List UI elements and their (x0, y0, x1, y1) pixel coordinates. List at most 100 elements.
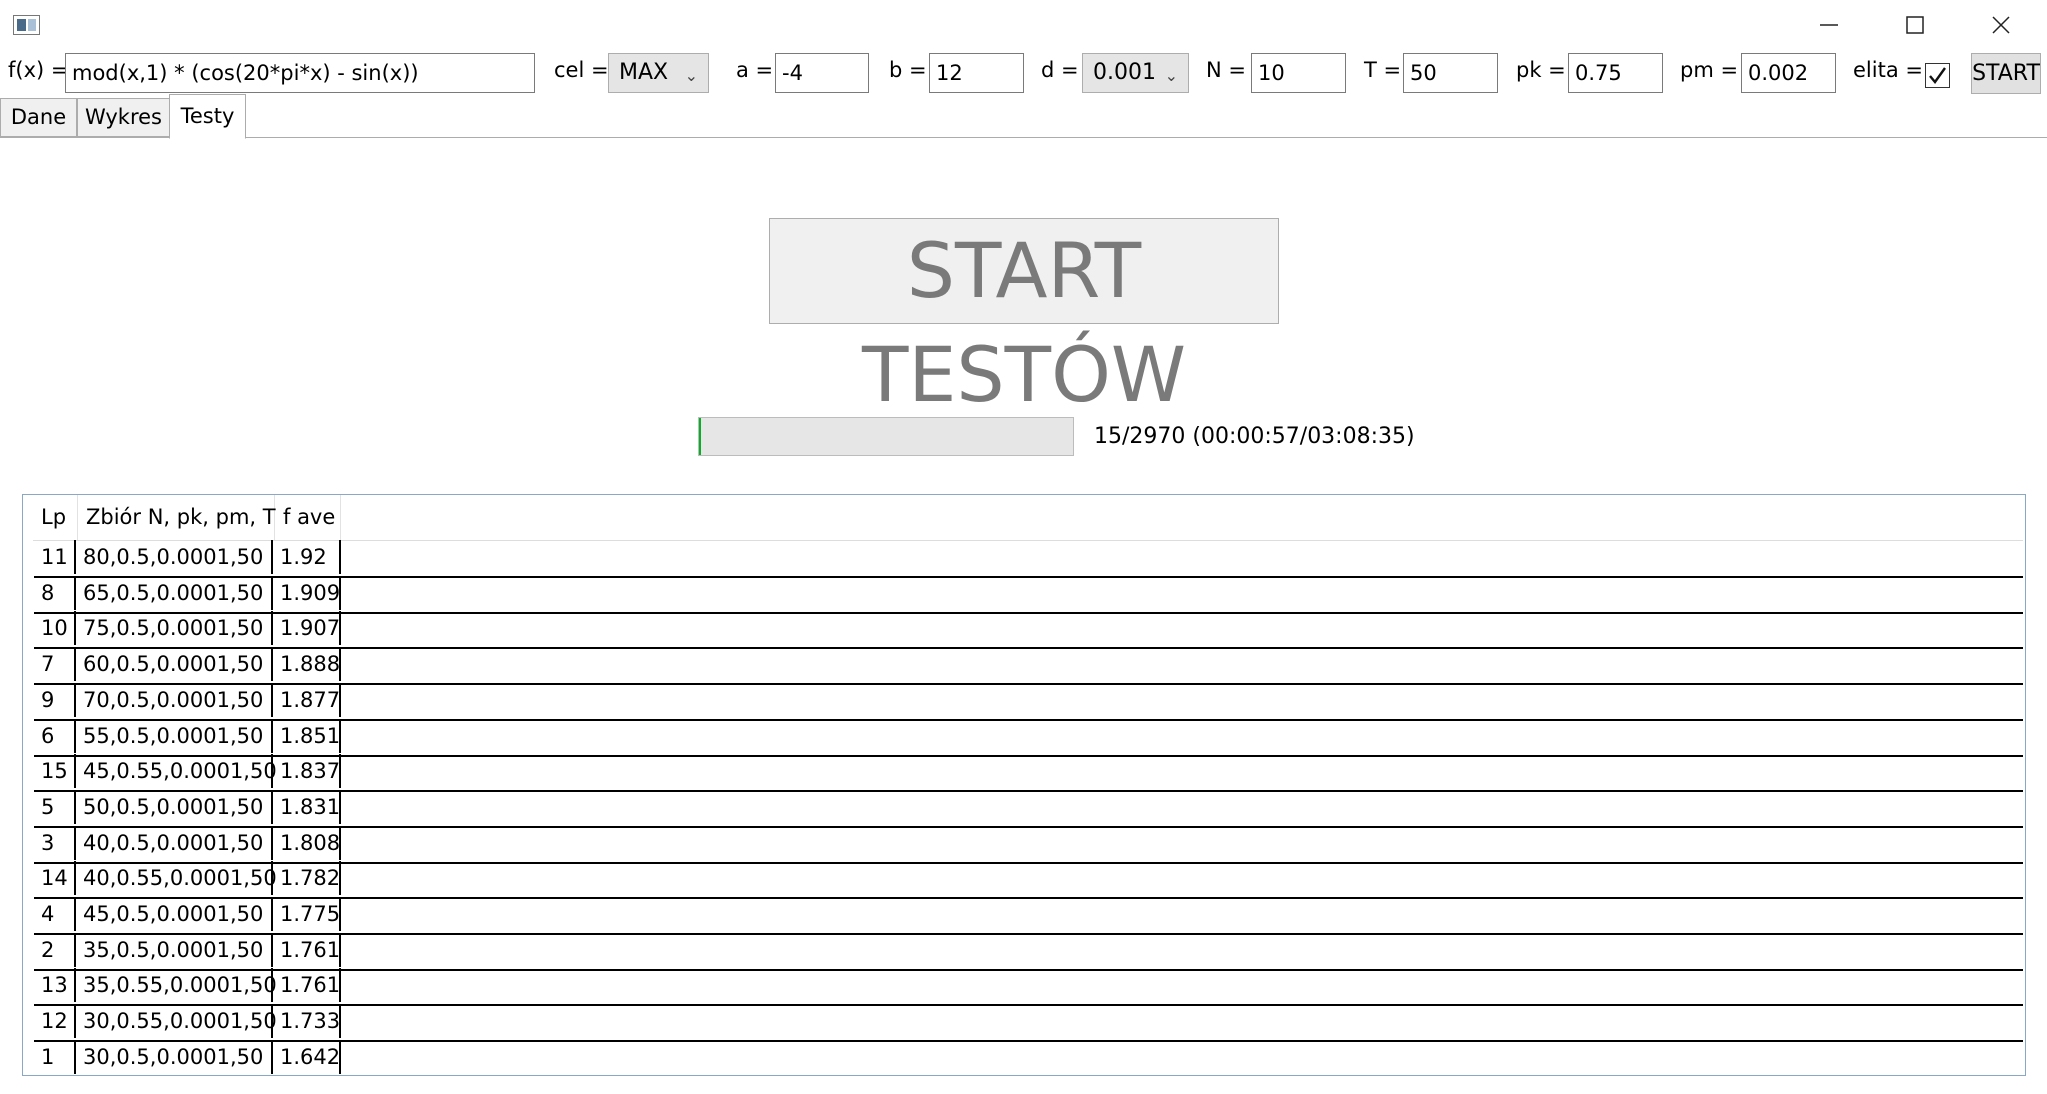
pk-input[interactable]: 0.75 (1568, 53, 1663, 93)
cell-lp: 15 (34, 754, 76, 789)
fx-label: f(x) = (8, 58, 69, 82)
table-row[interactable]: 7 60,0.5,0.0001,50 1.888 (34, 647, 2023, 686)
table-row[interactable]: 5 50,0.5,0.0001,50 1.831 (34, 789, 2023, 828)
cell-lp: 5 (34, 789, 76, 824)
table-row[interactable]: 12 30,0.55,0.0001,50 1.733 (34, 1004, 2023, 1043)
cell-zbior: 45,0.55,0.0001,50 (76, 754, 277, 789)
cell-zbior: 80,0.5,0.0001,50 (76, 540, 273, 574)
cell-f-ave: 1.831 (273, 789, 341, 824)
minimize-icon (1820, 24, 1838, 26)
cell-zbior: 70,0.5,0.0001,50 (76, 682, 273, 717)
table-row[interactable]: 3 40,0.5,0.0001,50 1.808 (34, 825, 2023, 864)
cell-lp: 8 (34, 575, 76, 610)
minimize-button[interactable] (1786, 0, 1872, 50)
cell-zbior: 30,0.5,0.0001,50 (76, 1039, 273, 1074)
chevron-down-icon: ⌄ (1164, 66, 1178, 85)
d-select[interactable]: 0.001 ⌄ (1082, 53, 1189, 93)
t-input[interactable]: 50 (1403, 53, 1498, 93)
start-tests-button[interactable]: START TESTÓW (769, 218, 1279, 419)
cell-zbior: 35,0.5,0.0001,50 (76, 932, 273, 967)
cel-value: MAX (619, 60, 669, 85)
a-input[interactable]: -4 (775, 53, 869, 93)
cell-f-ave: 1.907 (273, 611, 341, 646)
table-row[interactable]: 6 55,0.5,0.0001,50 1.851 (34, 718, 2023, 757)
table-row[interactable]: 1 30,0.5,0.0001,50 1.642 (34, 1039, 2023, 1075)
column-header-lp[interactable]: Lp (33, 495, 78, 540)
tab-wykres[interactable]: Wykres (77, 98, 170, 137)
tab-testy[interactable]: Testy (169, 94, 246, 139)
elita-checkbox[interactable] (1925, 63, 1950, 88)
cell-zbior: 55,0.5,0.0001,50 (76, 718, 273, 753)
b-label: b = (889, 58, 927, 82)
cell-lp: 6 (34, 718, 76, 753)
pm-input[interactable]: 0.002 (1741, 53, 1836, 93)
chevron-down-icon: ⌄ (684, 66, 698, 85)
cell-lp: 11 (34, 540, 76, 574)
app-icon (13, 15, 40, 35)
start-button[interactable]: START (1971, 53, 2041, 94)
table-row[interactable]: 2 35,0.5,0.0001,50 1.761 (34, 932, 2023, 971)
cell-f-ave: 1.782 (273, 861, 341, 896)
d-value: 0.001 (1093, 60, 1156, 85)
cell-f-ave: 1.761 (273, 932, 341, 967)
cell-f-ave: 1.808 (273, 825, 341, 860)
cell-f-ave: 1.733 (273, 1004, 341, 1039)
cell-lp: 12 (34, 1004, 76, 1039)
cell-lp: 4 (34, 897, 76, 931)
cell-lp: 7 (34, 647, 76, 682)
progress-bar (698, 417, 1074, 456)
cell-f-ave: 1.761 (273, 968, 341, 1003)
cell-zbior: 50,0.5,0.0001,50 (76, 789, 273, 824)
close-button[interactable] (1958, 0, 2044, 50)
table-row[interactable]: 13 35,0.55,0.0001,50 1.761 (34, 968, 2023, 1007)
cell-f-ave: 1.642 (273, 1039, 341, 1074)
cell-f-ave: 1.877 (273, 682, 341, 717)
cell-zbior: 60,0.5,0.0001,50 (76, 647, 273, 682)
tab-dane[interactable]: Dane (0, 98, 77, 137)
table-header: Lp Zbiór N, pk, pm, T f ave (33, 495, 2023, 541)
a-label: a = (736, 58, 774, 82)
cel-select[interactable]: MAX ⌄ (608, 53, 709, 93)
table-row[interactable]: 8 65,0.5,0.0001,50 1.909 (34, 575, 2023, 614)
table-row[interactable]: 10 75,0.5,0.0001,50 1.907 (34, 611, 2023, 650)
elita-label: elita = (1853, 58, 1923, 82)
table-row[interactable]: 4 45,0.5,0.0001,50 1.775 (34, 897, 2023, 935)
progress-text: 15/2970 (00:00:57/03:08:35) (1094, 424, 1415, 449)
cell-f-ave: 1.888 (273, 647, 341, 682)
n-label: N = (1206, 58, 1246, 82)
maximize-icon (1906, 16, 1924, 34)
cell-f-ave: 1.92 (273, 540, 341, 574)
t-label: T = (1364, 58, 1402, 82)
cell-zbior: 40,0.55,0.0001,50 (76, 861, 277, 896)
cell-lp: 14 (34, 861, 76, 896)
cell-zbior: 40,0.5,0.0001,50 (76, 825, 273, 860)
progress-fill (699, 418, 701, 455)
cell-lp: 1 (34, 1039, 76, 1074)
cell-lp: 2 (34, 932, 76, 967)
cell-f-ave: 1.837 (273, 754, 341, 789)
table-row[interactable]: 15 45,0.55,0.0001,50 1.837 (34, 754, 2023, 793)
checkmark-icon (1929, 67, 1946, 84)
cell-lp: 9 (34, 682, 76, 717)
close-icon (1992, 16, 2010, 34)
d-label: d = (1041, 58, 1079, 82)
maximize-button[interactable] (1872, 0, 1958, 50)
cell-zbior: 75,0.5,0.0001,50 (76, 611, 273, 646)
cell-f-ave: 1.775 (273, 897, 341, 931)
b-input[interactable]: 12 (929, 53, 1024, 93)
n-input[interactable]: 10 (1251, 53, 1346, 93)
table-row[interactable]: 14 40,0.55,0.0001,50 1.782 (34, 861, 2023, 900)
cell-lp: 13 (34, 968, 76, 1003)
cell-zbior: 35,0.55,0.0001,50 (76, 968, 277, 1003)
cell-f-ave: 1.851 (273, 718, 341, 753)
results-table[interactable]: Lp Zbiór N, pk, pm, T f ave 11 80,0.5,0.0… (22, 494, 2026, 1076)
table-row[interactable]: 11 80,0.5,0.0001,50 1.92 (34, 540, 2023, 578)
column-header-zbior[interactable]: Zbiór N, pk, pm, T (78, 495, 276, 540)
cell-lp: 10 (34, 611, 76, 646)
column-header-f-ave[interactable]: f ave (275, 495, 341, 540)
pm-label: pm = (1680, 58, 1739, 82)
table-row[interactable]: 9 70,0.5,0.0001,50 1.877 (34, 682, 2023, 721)
pk-label: pk = (1516, 58, 1566, 82)
fx-input[interactable]: mod(x,1) * (cos(20*pi*x) - sin(x)) (65, 53, 535, 93)
cell-zbior: 45,0.5,0.0001,50 (76, 897, 273, 931)
